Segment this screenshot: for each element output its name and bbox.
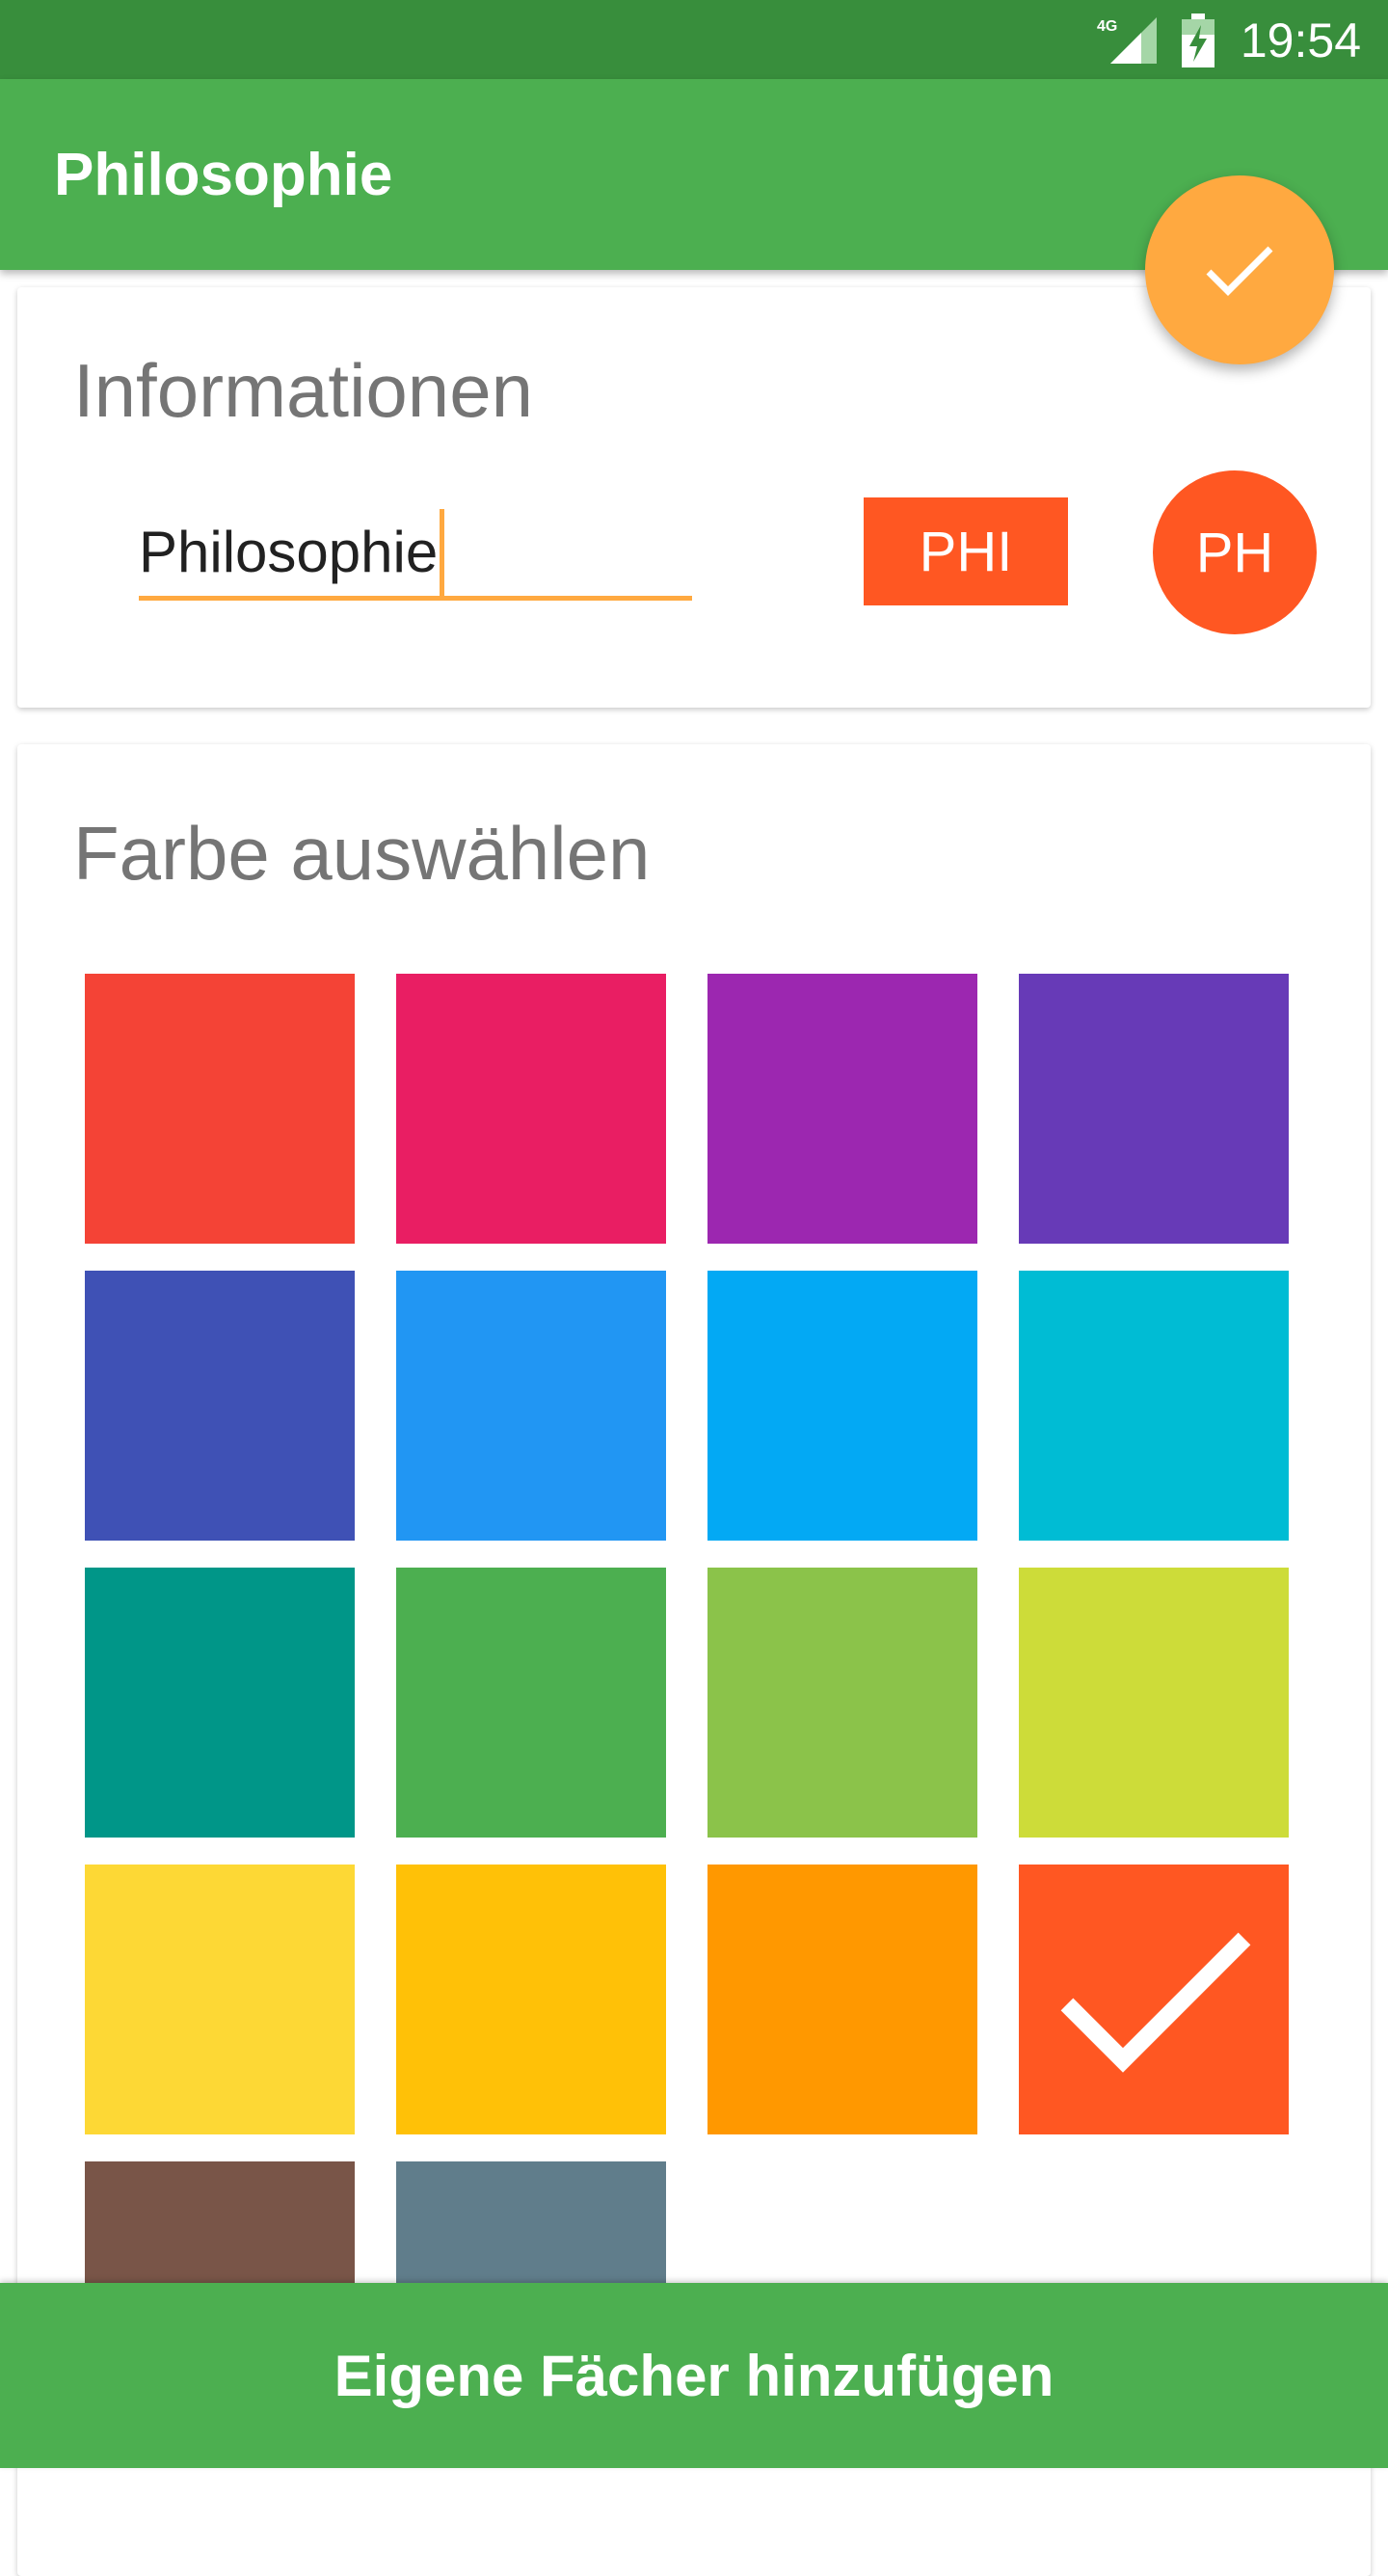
status-time: 19:54 [1240, 13, 1361, 67]
info-card-title: Informationen [73, 348, 533, 433]
color-swatch[interactable] [85, 974, 355, 1244]
check-icon [1060, 1932, 1251, 2073]
page-title: Philosophie [54, 142, 393, 208]
color-swatch[interactable] [85, 1271, 355, 1541]
abbreviation-button[interactable]: PHI [864, 497, 1068, 605]
color-swatch[interactable] [1019, 974, 1289, 1244]
initials-avatar-button[interactable]: PH [1153, 470, 1317, 634]
subject-name-value: Philosophie [139, 509, 445, 596]
add-custom-subjects-button[interactable]: Eigene Fächer hinzufügen [0, 2283, 1388, 2468]
color-swatch[interactable] [85, 1865, 355, 2134]
color-swatch[interactable] [85, 1568, 355, 1838]
color-swatch[interactable] [707, 1865, 977, 2134]
status-bar: 4G 19:54 [0, 0, 1388, 79]
info-card: Informationen Philosophie [17, 287, 1371, 708]
color-swatch[interactable] [1019, 1568, 1289, 1838]
subject-name-field[interactable]: Philosophie [139, 509, 692, 601]
save-fab-button[interactable] [1145, 175, 1334, 364]
check-icon [1206, 246, 1273, 296]
color-swatch[interactable] [707, 1271, 977, 1541]
svg-text:4G: 4G [1097, 18, 1117, 35]
color-swatch-grid [85, 974, 1309, 2431]
color-swatch[interactable] [707, 974, 977, 1244]
color-swatch[interactable] [707, 1568, 977, 1838]
color-swatch[interactable] [1019, 1865, 1289, 2134]
battery-charging-icon [1182, 13, 1214, 67]
color-swatch[interactable] [1019, 1271, 1289, 1541]
signal-4g-icon: 4G [1097, 17, 1157, 64]
color-swatch[interactable] [396, 974, 666, 1244]
color-card-title: Farbe auswählen [73, 811, 651, 896]
color-swatch[interactable] [396, 1865, 666, 2134]
color-swatch[interactable] [396, 1568, 666, 1838]
color-swatch[interactable] [396, 1271, 666, 1541]
